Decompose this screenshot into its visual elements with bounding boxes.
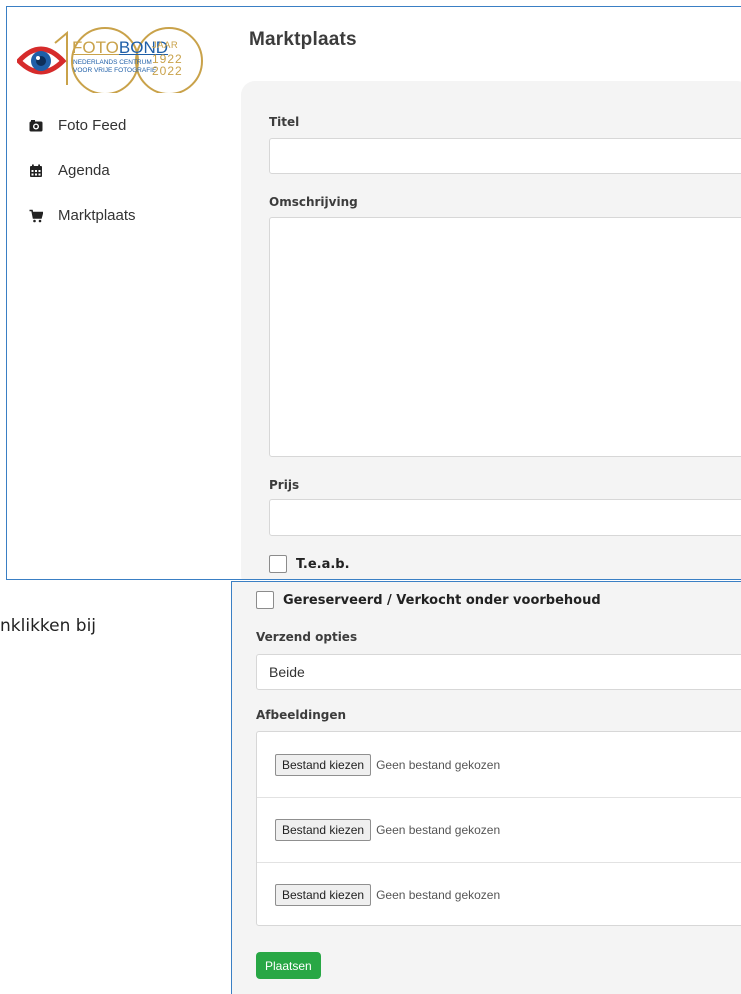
price-input[interactable]	[269, 499, 741, 536]
background-text-fragment: nklikken bij	[0, 616, 97, 636]
camera-icon	[29, 119, 43, 131]
sidebar: FOTOBOND JAAR NEDERLANDS CENTRUM VOOR VR…	[7, 7, 235, 579]
title-label: Titel	[269, 115, 300, 129]
file-status-text: Geen bestand gekozen	[376, 757, 501, 772]
shipping-selected-value: Beide	[269, 664, 305, 680]
teab-label: T.e.a.b.	[296, 556, 350, 572]
submit-button[interactable]: Plaatsen	[256, 952, 321, 979]
sidebar-item-foto-feed[interactable]: Foto Feed	[7, 103, 235, 148]
file-upload-row: Bestand kiezen Geen bestand gekozen	[257, 732, 741, 797]
logo-tagline-line2: VOOR VRIJE FOTOGRAFIE	[73, 67, 157, 74]
logo-year-end: 2022	[152, 64, 183, 78]
sidebar-item-marktplaats[interactable]: Marktplaats	[7, 193, 235, 238]
calendar-icon	[30, 164, 42, 177]
sidebar-nav: Foto Feed Agenda Marktplaats	[7, 103, 235, 238]
shipping-label: Verzend opties	[256, 630, 358, 644]
file-upload-row: Bestand kiezen Geen bestand gekozen	[257, 862, 741, 927]
sidebar-item-label: Marktplaats	[58, 207, 136, 224]
teab-row: T.e.a.b.	[269, 555, 350, 573]
title-input[interactable]	[269, 138, 741, 174]
reserved-row: Gereserveerd / Verkocht onder voorbehoud	[256, 591, 601, 609]
fotobond-logo: FOTOBOND JAAR NEDERLANDS CENTRUM VOOR VR…	[15, 21, 232, 95]
screenshot-top-frame: FOTOBOND JAAR NEDERLANDS CENTRUM VOOR VR…	[6, 6, 741, 580]
logo-word-jaar: JAAR	[152, 40, 179, 51]
images-label: Afbeeldingen	[256, 708, 347, 722]
main-content: Marktplaats Titel Omschrijving Prijs T.e…	[235, 7, 741, 579]
file-status-text: Geen bestand gekozen	[376, 822, 501, 837]
logo-graphic-icon	[15, 27, 203, 95]
teab-checkbox[interactable]	[269, 555, 287, 573]
sidebar-item-agenda[interactable]: Agenda	[7, 148, 235, 193]
reserved-label: Gereserveerd / Verkocht onder voorbehoud	[283, 592, 601, 608]
choose-file-button[interactable]: Bestand kiezen	[275, 883, 372, 906]
sidebar-item-label: Agenda	[58, 162, 110, 179]
description-textarea[interactable]	[269, 217, 741, 457]
reserved-checkbox[interactable]	[256, 591, 274, 609]
images-upload-box: Bestand kiezen Geen bestand gekozen Best…	[256, 731, 741, 926]
price-label: Prijs	[269, 478, 300, 492]
shopping-cart-icon	[29, 209, 43, 222]
screenshot-bottom-frame: Gereserveerd / Verkocht onder voorbehoud…	[231, 581, 741, 994]
file-upload-row: Bestand kiezen Geen bestand gekozen	[257, 797, 741, 862]
logo-tagline-line1: NEDERLANDS CENTRUM	[73, 59, 152, 66]
logo-tagline: NEDERLANDS CENTRUM VOOR VRIJE FOTOGRAFIE	[73, 59, 156, 75]
sidebar-item-label: Foto Feed	[58, 117, 127, 134]
choose-file-button[interactable]: Bestand kiezen	[275, 753, 372, 776]
file-status-text: Geen bestand gekozen	[376, 887, 501, 902]
description-label: Omschrijving	[269, 195, 358, 209]
shipping-select[interactable]: Beide	[256, 654, 741, 690]
form-card: Titel Omschrijving Prijs T.e.a.b.	[241, 81, 741, 579]
page-title: Marktplaats	[249, 29, 357, 50]
logo-word-foto: FOTO	[72, 38, 119, 57]
logo-years: 1922 2022	[152, 53, 183, 77]
choose-file-button[interactable]: Bestand kiezen	[275, 818, 372, 841]
